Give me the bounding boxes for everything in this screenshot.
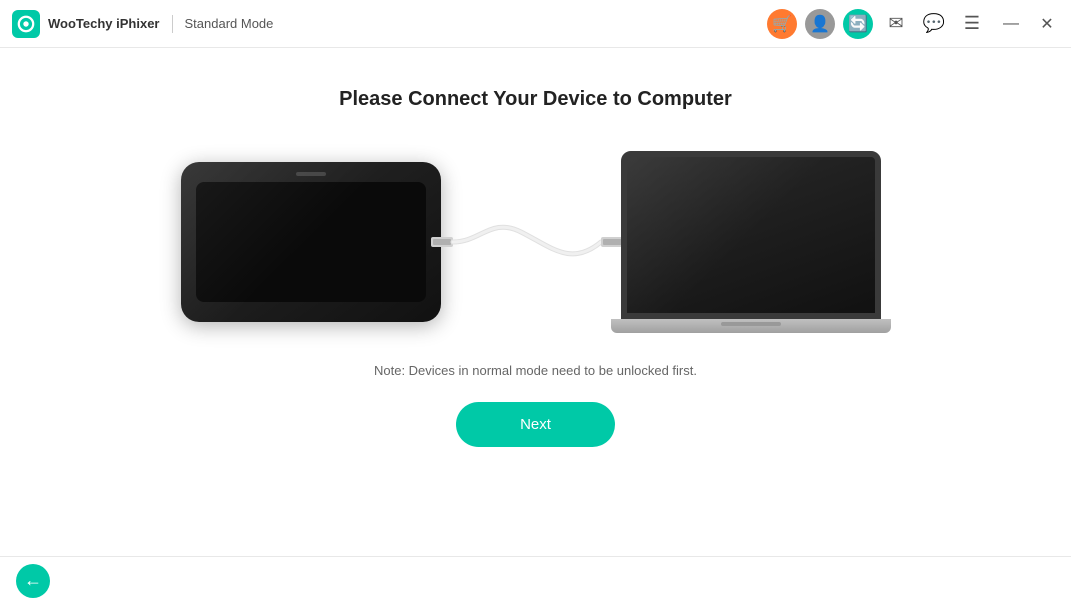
device-illustration (181, 151, 891, 333)
back-button[interactable]: ← (16, 564, 50, 598)
app-logo (12, 10, 40, 38)
page-title: Please Connect Your Device to Computer (339, 88, 732, 111)
user-icon[interactable]: 👤 (805, 9, 835, 39)
bottom-bar: ← (0, 556, 1071, 604)
chat-icon[interactable]: 💬 (919, 9, 949, 39)
title-divider (172, 15, 173, 33)
phone-screen (196, 182, 426, 302)
phone-device (181, 162, 441, 322)
mode-label: Standard Mode (185, 16, 274, 31)
laptop-device (621, 151, 891, 333)
close-button[interactable]: ✕ (1035, 12, 1059, 36)
usb-cable (431, 202, 631, 282)
titlebar-icons: 🛒 👤 🔄 ✉ 💬 ☰ — ✕ (767, 9, 1059, 39)
menu-icon[interactable]: ☰ (957, 9, 987, 39)
cart-icon[interactable]: 🛒 (767, 9, 797, 39)
upgrade-icon[interactable]: 🔄 (843, 9, 873, 39)
minimize-button[interactable]: — (999, 12, 1023, 36)
mail-icon[interactable]: ✉ (881, 9, 911, 39)
titlebar: WooTechy iPhixer Standard Mode 🛒 👤 🔄 ✉ 💬… (0, 0, 1071, 48)
next-button[interactable]: Next (456, 402, 615, 447)
note-text: Note: Devices in normal mode need to be … (374, 363, 697, 378)
laptop-screen (621, 151, 881, 319)
laptop-base (611, 319, 891, 333)
main-content: Please Connect Your Device to Computer (0, 48, 1071, 556)
app-name: WooTechy iPhixer (48, 16, 160, 31)
